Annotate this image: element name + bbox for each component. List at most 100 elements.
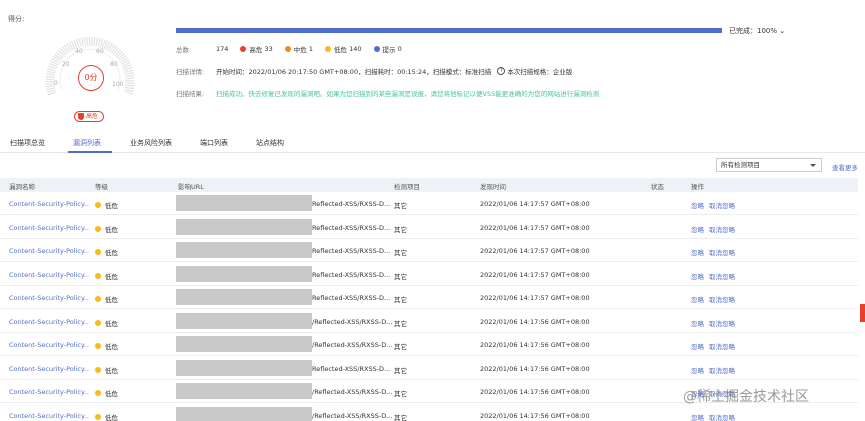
url-suffix: /Reflected-XSS/RXSS-D...: [312, 341, 393, 349]
gauge-tick: 80: [110, 61, 118, 68]
ignore-button[interactable]: 忽略: [691, 202, 704, 210]
vuln-name-link[interactable]: Content-Security-Policy...: [9, 412, 89, 420]
url-suffix: Reflected-XSS/RXSS-D...: [312, 200, 391, 208]
score-value: 0分: [78, 65, 104, 91]
tab-business-risk-list[interactable]: 业务风险列表: [130, 138, 172, 148]
header-time: 发现时间: [480, 183, 506, 191]
question-icon[interactable]: ?: [497, 67, 506, 75]
detection-item: 其它: [394, 413, 407, 421]
table-row: Content-Security-Policy... 低危/Reflected-X…: [0, 310, 858, 333]
vuln-name-link[interactable]: Content-Security-Policy...: [9, 365, 89, 373]
level-label: 低危: [105, 390, 118, 398]
view-more-link[interactable]: 查看更多: [832, 162, 858, 172]
row-actions: 忽略 取消忽略: [691, 224, 740, 234]
unignore-button[interactable]: 取消忽略: [709, 296, 735, 304]
vuln-name-link[interactable]: Content-Security-Policy...: [9, 200, 89, 208]
ignore-button[interactable]: 忽略: [691, 320, 704, 328]
level-cell: 低危: [95, 271, 118, 281]
info-dot-icon: [373, 46, 380, 52]
detection-item: 其它: [394, 366, 407, 375]
row-actions: 忽略 取消忽略: [691, 294, 740, 304]
ignore-button[interactable]: 忽略: [691, 249, 704, 257]
header-name: 漏洞名称: [9, 183, 35, 191]
score-gauge: 0 20 40 60 80 100 0分: [40, 28, 140, 104]
level-cell: 低危: [95, 318, 118, 328]
level-label: 低危: [105, 272, 118, 281]
vuln-name-link[interactable]: Content-Security-Policy...: [9, 388, 89, 396]
low-risk-icon: [95, 249, 101, 255]
totals-key: 总数:: [176, 46, 192, 54]
url-redacted: [176, 289, 312, 305]
low-risk-icon: [95, 343, 101, 349]
found-time: 2022/01/06 14:17:57 GMT+08:00: [480, 223, 590, 232]
tab-site-structure[interactable]: 站点结构: [256, 138, 284, 148]
gauge-tick: 0: [54, 80, 58, 87]
url-redacted: [176, 383, 312, 399]
gauge-tick: 60: [96, 48, 104, 55]
low-dot-icon: [325, 46, 331, 52]
result-row: 扫描结果: 扫描成功。快去修复已发现的漏洞吧。如果为您扫描到的某些漏洞是误报，请…: [176, 88, 599, 98]
gauge-tick: 100: [112, 81, 124, 88]
table-row: Content-Security-Policy... 低危 Reflected-XS…: [0, 263, 858, 286]
found-time: 2022/01/06 14:17:56 GMT+08:00: [480, 411, 590, 420]
url-redacted: [176, 359, 312, 376]
totals-row: 总数: 174 高危 33 中危 1 低危 140 提示 0: [176, 44, 414, 54]
ignore-button[interactable]: 忽略: [691, 367, 704, 375]
url-redacted: [176, 336, 312, 352]
vuln-name-link[interactable]: Content-Security-Policy...: [9, 247, 89, 255]
totals-count: 174: [216, 45, 229, 53]
tab-port-list[interactable]: 端口列表: [200, 138, 228, 148]
found-time: 2022/01/06 14:17:56 GMT+08:00: [480, 317, 590, 326]
unignore-button[interactable]: 取消忽略: [709, 414, 735, 421]
unignore-button[interactable]: 取消忽略: [709, 202, 735, 210]
ignore-button[interactable]: 忽略: [691, 226, 704, 234]
level-cell: 低危: [95, 200, 118, 210]
url-suffix: Reflected-XSS/RXSS-D...: [312, 294, 391, 302]
tab-scan-overview[interactable]: 扫描项总览: [10, 138, 45, 148]
level-cell: 低危: [95, 388, 118, 398]
table-header: 漏洞名称 等级 影响URL 检测项目 发现时间 状态 操作: [0, 178, 858, 192]
gauge-tick: 20: [62, 61, 70, 68]
unignore-button[interactable]: 取消忽略: [709, 343, 735, 351]
table-row: Content-Security-Policy... 低危/Reflected-X…: [0, 404, 858, 421]
scan-progress-fill: [176, 28, 722, 33]
low-risk-icon: [95, 390, 101, 396]
ignore-button[interactable]: 忽略: [691, 296, 704, 304]
row-actions: 忽略 取消忽略: [691, 318, 740, 328]
low-risk-icon: [95, 319, 101, 326]
details-start: 开始时间：2022/01/06 20:17:50 GMT+08:00，扫描耗时：…: [216, 68, 492, 76]
found-time: 2022/01/06 14:17:57 GMT+08:00: [480, 200, 590, 208]
gauge-tick: 40: [75, 48, 83, 55]
vuln-name-link[interactable]: Content-Security-Policy...: [9, 318, 89, 326]
table-row: Content-Security-Policy... 低危 Reflected-XS…: [0, 192, 858, 215]
scrollbar-handle[interactable]: [860, 304, 865, 322]
unignore-button[interactable]: 取消忽略: [709, 320, 735, 328]
row-actions: 忽略 取消忽略: [691, 271, 740, 281]
vuln-name-link[interactable]: Content-Security-Policy...: [9, 294, 89, 302]
tab-vulnerability-list[interactable]: 漏洞列表: [73, 138, 101, 148]
details-spec: 本次扫描规格：企业版: [507, 68, 573, 76]
found-time: 2022/01/06 14:17:57 GMT+08:00: [480, 247, 590, 255]
progress-status-dropdown[interactable]: 已完成：100% ⌄: [729, 26, 785, 36]
detection-item-select-value: 所有检测项目: [721, 161, 760, 169]
detection-item-select[interactable]: 所有检测项目: [716, 158, 822, 172]
ignore-button[interactable]: 忽略: [691, 273, 704, 281]
unignore-button[interactable]: 取消忽略: [709, 273, 735, 281]
unignore-button[interactable]: 取消忽略: [709, 249, 735, 257]
row-actions: 忽略 取消忽略: [691, 200, 740, 210]
vuln-name-link[interactable]: Content-Security-Policy...: [9, 341, 89, 349]
level-cell: 低危: [95, 412, 118, 421]
table-row: Content-Security-Policy... 低危 Reflected-XS…: [0, 357, 858, 380]
unignore-button[interactable]: 取消忽略: [709, 226, 735, 234]
stat-info: 提示 0: [373, 44, 402, 54]
ignore-button[interactable]: 忽略: [691, 414, 704, 421]
url-suffix: Reflected-XSS/RXSS-D...: [312, 223, 391, 232]
breadcrumb: [4, 0, 174, 6]
vuln-name-link[interactable]: Content-Security-Policy...: [9, 271, 89, 279]
url-redacted: [176, 406, 312, 421]
watermark: @稀土掘金技术社区: [683, 389, 809, 405]
unignore-button[interactable]: 取消忽略: [709, 367, 735, 375]
table-row: Content-Security-Policy... 低危/Reflected-X…: [0, 333, 858, 356]
ignore-button[interactable]: 忽略: [691, 343, 704, 351]
vuln-name-link[interactable]: Content-Security-Policy...: [9, 224, 89, 232]
